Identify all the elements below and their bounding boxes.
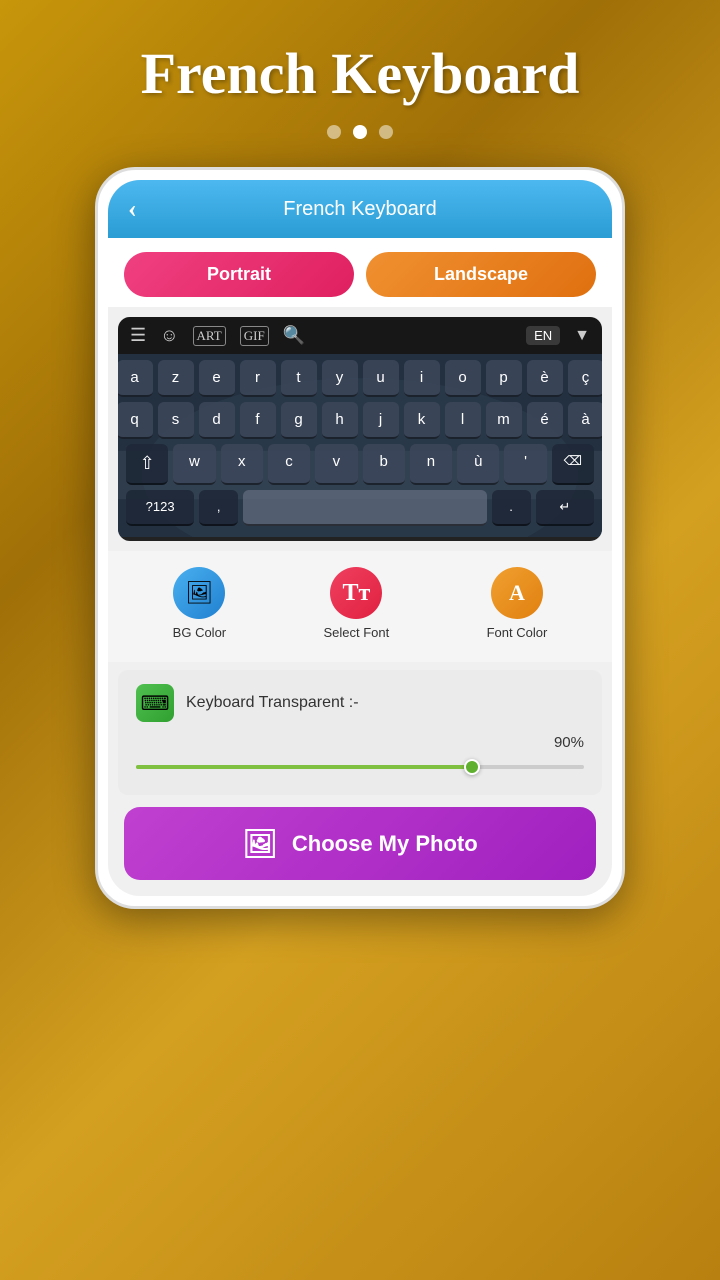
percent-label: 90%	[136, 734, 584, 751]
app-header: ‹ French Keyboard	[108, 180, 612, 238]
key-j[interactable]: j	[363, 402, 399, 439]
key-b[interactable]: b	[363, 444, 405, 485]
keyboard-toolbar: ☰ ☺ ART GIF 🔍 EN ▼	[118, 317, 602, 354]
dot-3	[379, 125, 393, 139]
gif-icon: GIF	[240, 326, 269, 346]
key-row-2: q s d f g h j k l m é à	[126, 402, 594, 439]
key-z[interactable]: z	[158, 360, 194, 397]
key-eacute[interactable]: é	[527, 402, 563, 439]
back-button[interactable]: ‹	[128, 194, 137, 224]
slider-fill	[136, 765, 472, 769]
art-icon: ART	[193, 326, 226, 346]
search-icon: 🔍	[283, 325, 305, 346]
key-period[interactable]: .	[492, 490, 531, 526]
lang-badge: EN	[526, 326, 560, 345]
key-p[interactable]: p	[486, 360, 522, 397]
key-v[interactable]: v	[315, 444, 357, 485]
key-apostrophe[interactable]: '	[504, 444, 546, 485]
key-ccedil[interactable]: ç	[568, 360, 603, 397]
page-title: French Keyboard	[0, 0, 720, 107]
tabs-bar: Portrait Landscape	[108, 238, 612, 307]
key-space[interactable]	[243, 490, 486, 526]
key-row-3: ⇧ w x c v b n ù ' ⌫	[126, 444, 594, 485]
key-i[interactable]: i	[404, 360, 440, 397]
tab-portrait[interactable]: Portrait	[124, 252, 354, 297]
choose-photo-button[interactable]: 🖼 Choose My Photo	[124, 807, 596, 880]
key-w[interactable]: w	[173, 444, 215, 485]
key-c[interactable]: c	[268, 444, 310, 485]
key-l[interactable]: l	[445, 402, 481, 439]
bg-color-icon: 🖼	[173, 567, 225, 619]
key-s[interactable]: s	[158, 402, 194, 439]
header-title: French Keyboard	[283, 198, 436, 221]
key-y[interactable]: y	[322, 360, 358, 397]
phone-container: ‹ French Keyboard Portrait Landscape ☰ ☺…	[95, 167, 625, 909]
key-r[interactable]: r	[240, 360, 276, 397]
phone-inner: ‹ French Keyboard Portrait Landscape ☰ ☺…	[108, 180, 612, 896]
transparent-icon: ⌨	[136, 684, 174, 722]
font-color-control[interactable]: A Font Color	[487, 567, 548, 640]
key-enter[interactable]: ↵	[536, 490, 594, 526]
emoji-icon: ☺	[160, 325, 178, 346]
photo-icon: 🖼	[242, 827, 278, 860]
bg-color-label: BG Color	[173, 625, 226, 640]
slider-thumb[interactable]	[464, 759, 480, 775]
menu-icon: ☰	[130, 325, 146, 346]
chevron-down-icon: ▼	[574, 327, 590, 345]
key-m[interactable]: m	[486, 402, 522, 439]
bg-color-control[interactable]: 🖼 BG Color	[173, 567, 226, 640]
key-num[interactable]: ?123	[126, 490, 194, 526]
transparent-row: ⌨ Keyboard Transparent :-	[136, 684, 584, 722]
key-f[interactable]: f	[240, 402, 276, 439]
key-a[interactable]: a	[118, 360, 153, 397]
key-x[interactable]: x	[221, 444, 263, 485]
select-font-control[interactable]: Tт Select Font	[323, 567, 389, 640]
key-backspace[interactable]: ⌫	[552, 444, 594, 485]
font-color-icon: A	[491, 567, 543, 619]
key-u[interactable]: u	[363, 360, 399, 397]
dot-1	[327, 125, 341, 139]
key-shift[interactable]: ⇧	[126, 444, 168, 485]
choose-photo-label: Choose My Photo	[292, 831, 478, 857]
controls-row: 🖼 BG Color Tт Select Font A Font Color	[124, 567, 596, 640]
dots-indicator	[0, 125, 720, 139]
key-t[interactable]: t	[281, 360, 317, 397]
transparent-section: ⌨ Keyboard Transparent :- 90%	[118, 670, 602, 795]
key-q[interactable]: q	[118, 402, 153, 439]
key-e[interactable]: e	[199, 360, 235, 397]
select-font-icon: Tт	[330, 567, 382, 619]
key-egrave[interactable]: è	[527, 360, 563, 397]
key-n[interactable]: n	[410, 444, 452, 485]
key-row-bottom: ?123 , . ↵	[126, 490, 594, 526]
key-row-1: a z e r t y u i o p è ç	[126, 360, 594, 397]
tab-landscape[interactable]: Landscape	[366, 252, 596, 297]
transparent-label: Keyboard Transparent :-	[186, 694, 359, 712]
key-agrave[interactable]: à	[568, 402, 603, 439]
dot-2	[353, 125, 367, 139]
key-ugrave[interactable]: ù	[457, 444, 499, 485]
keyboard-preview: ☰ ☺ ART GIF 🔍 EN ▼ a z e r t y u	[118, 317, 602, 541]
select-font-label: Select Font	[323, 625, 389, 640]
key-g[interactable]: g	[281, 402, 317, 439]
key-k[interactable]: k	[404, 402, 440, 439]
key-o[interactable]: o	[445, 360, 481, 397]
keyboard-keys: a z e r t y u i o p è ç q s d	[118, 354, 602, 537]
key-h[interactable]: h	[322, 402, 358, 439]
key-d[interactable]: d	[199, 402, 235, 439]
font-color-label: Font Color	[487, 625, 548, 640]
key-comma[interactable]: ,	[199, 490, 238, 526]
transparency-slider[interactable]	[136, 757, 584, 777]
controls-section: 🖼 BG Color Tт Select Font A Font Color	[108, 551, 612, 662]
